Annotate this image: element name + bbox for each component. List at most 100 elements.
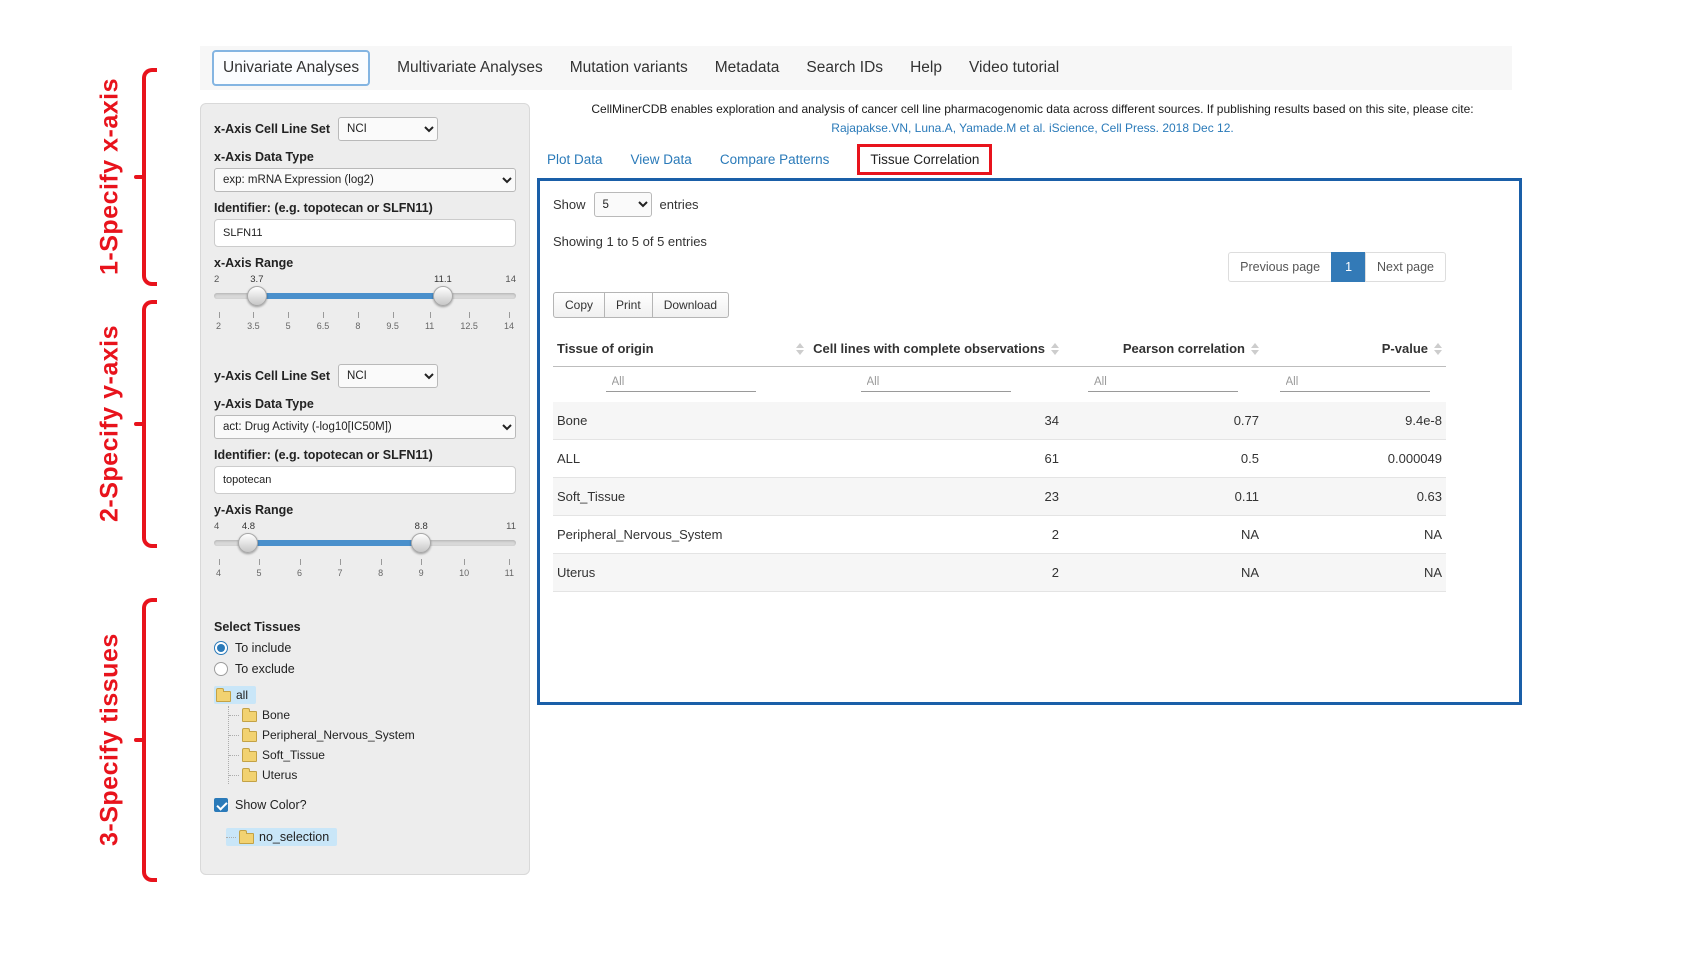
entries-word-label: entries (660, 197, 699, 212)
table-cell: Uterus (553, 554, 808, 592)
sort-icon (1434, 343, 1442, 355)
tick-label: 7 (338, 559, 343, 578)
result-subtabs: Plot Data View Data Compare Patterns Tis… (547, 144, 992, 175)
tree-item-label: all (236, 688, 248, 702)
y-data-type-label: y-Axis Data Type (214, 397, 516, 411)
print-button[interactable]: Print (604, 292, 653, 318)
table-row[interactable]: Uterus 2 NA NA (553, 554, 1446, 592)
subtab-tissue-correlation[interactable]: Tissue Correlation (857, 144, 992, 175)
tree-item-label: Soft_Tissue (262, 748, 325, 762)
checkbox-checked-icon (214, 798, 228, 812)
table-row[interactable]: Peripheral_Nervous_System 2 NA NA (553, 516, 1446, 554)
entries-count-select[interactable]: 5 (594, 192, 652, 217)
tab-help[interactable]: Help (910, 59, 942, 77)
filter-input-cell-lines[interactable] (861, 373, 1011, 392)
tab-mutation-variants[interactable]: Mutation variants (570, 59, 688, 77)
table-row[interactable]: Bone 34 0.77 9.4e-8 (553, 402, 1446, 440)
tree-item-all[interactable]: all (214, 686, 256, 704)
tree-item-bone[interactable]: Bone (229, 706, 292, 724)
column-header-tissue-of-origin[interactable]: Tissue of origin (553, 331, 808, 367)
y-slider-active-bar (248, 540, 421, 546)
table-row[interactable]: Soft_Tissue 23 0.11 0.63 (553, 478, 1446, 516)
filter-input-p-value[interactable] (1280, 373, 1430, 392)
next-page-button[interactable]: Next page (1365, 252, 1446, 282)
current-page-button[interactable]: 1 (1331, 252, 1366, 282)
subtab-compare-patterns[interactable]: Compare Patterns (720, 152, 830, 167)
folder-icon (242, 711, 257, 722)
download-button[interactable]: Download (652, 292, 729, 318)
folder-icon (216, 691, 231, 702)
table-cell: 0.5 (1063, 440, 1263, 478)
tree-item-label: no_selection (259, 830, 329, 844)
table-cell: 23 (808, 478, 1063, 516)
include-radio[interactable]: To include (214, 641, 516, 655)
tick-label: 11 (505, 559, 514, 578)
tab-video-tutorial[interactable]: Video tutorial (969, 59, 1059, 77)
citation-link[interactable]: Rajapakse.VN, Luna.A, Yamade.M et al. iS… (545, 119, 1520, 137)
table-cell: Bone (553, 402, 808, 440)
table-row[interactable]: ALL 61 0.5 0.000049 (553, 440, 1446, 478)
x-data-type-label: x-Axis Data Type (214, 150, 516, 164)
tissue-tree: all Bone Peripheral_Nervous_System Soft_… (214, 686, 516, 784)
previous-page-button[interactable]: Previous page (1228, 252, 1332, 282)
x-range-to-label: 11.1 (434, 274, 452, 285)
table-cell: 61 (808, 440, 1063, 478)
subtab-plot-data[interactable]: Plot Data (547, 152, 603, 167)
column-header-p-value[interactable]: P-value (1263, 331, 1446, 367)
tab-multivariate-analyses[interactable]: Multivariate Analyses (397, 59, 543, 77)
citation: CellMinerCDB enables exploration and ana… (545, 100, 1520, 137)
column-header-cell-lines[interactable]: Cell lines with complete observations (808, 331, 1063, 367)
controls-sidebar: x-Axis Cell Line Set NCI x-Axis Data Typ… (200, 103, 530, 875)
x-identifier-label: Identifier: (e.g. topotecan or SLFN11) (214, 201, 516, 215)
tick-label: 6 (297, 559, 302, 578)
tick-label: 12.5 (460, 312, 478, 331)
x-slider-ticks: 2 3.5 5 6.5 8 9.5 11 12.5 14 (216, 312, 514, 331)
y-cell-line-set-label: y-Axis Cell Line Set (214, 369, 330, 383)
tree-item-label: Peripheral_Nervous_System (262, 728, 415, 742)
table-cell: 2 (808, 554, 1063, 592)
exclude-radio-label: To exclude (235, 662, 295, 676)
y-cell-line-set-select[interactable]: NCI (338, 364, 438, 388)
main-nav: Univariate Analyses Multivariate Analyse… (200, 46, 1512, 90)
y-data-type-select[interactable]: act: Drug Activity (-log10[IC50M]) (214, 415, 516, 439)
column-header-pearson-correlation[interactable]: Pearson correlation (1063, 331, 1263, 367)
tree-item-peripheral-nervous-system[interactable]: Peripheral_Nervous_System (229, 726, 417, 744)
show-color-checkbox[interactable]: Show Color? (214, 798, 516, 812)
tick-label: 6.5 (317, 312, 330, 331)
y-range-handle-low[interactable] (238, 533, 258, 553)
tab-metadata[interactable]: Metadata (715, 59, 780, 77)
tick-label: 11 (425, 312, 434, 331)
x-data-type-select[interactable]: exp: mRNA Expression (log2) (214, 168, 516, 192)
exclude-radio[interactable]: To exclude (214, 662, 516, 676)
copy-button[interactable]: Copy (553, 292, 605, 318)
filter-input-pearson-correlation[interactable] (1088, 373, 1238, 392)
table-cell: NA (1063, 554, 1263, 592)
column-header-label: Pearson correlation (1123, 341, 1245, 356)
x-range-handle-low[interactable] (247, 286, 267, 306)
column-header-label: Tissue of origin (557, 341, 654, 356)
tree-item-soft-tissue[interactable]: Soft_Tissue (229, 746, 327, 764)
tree-item-uterus[interactable]: Uterus (229, 766, 299, 784)
include-radio-label: To include (235, 641, 291, 655)
x-identifier-input[interactable] (214, 219, 516, 247)
export-buttons: Copy Print Download (553, 292, 1446, 318)
y-range-handle-high[interactable] (411, 533, 431, 553)
table-cell: 0.000049 (1263, 440, 1446, 478)
x-slider-active-bar (257, 293, 443, 299)
table-cell: ALL (553, 440, 808, 478)
tree-item-no-selection[interactable]: no_selection (226, 828, 337, 846)
tick-label: 5 (286, 312, 291, 331)
subtab-view-data[interactable]: View Data (631, 152, 692, 167)
x-range-handle-high[interactable] (433, 286, 453, 306)
step3-annotation-label: 3-Specify tissues (92, 598, 128, 882)
table-cell: NA (1263, 554, 1446, 592)
tab-univariate-analyses[interactable]: Univariate Analyses (212, 50, 370, 86)
sort-icon (796, 343, 804, 355)
filter-input-tissue-of-origin[interactable] (606, 373, 756, 392)
x-cell-line-set-select[interactable]: NCI (338, 117, 438, 141)
tab-search-ids[interactable]: Search IDs (806, 59, 883, 77)
y-identifier-input[interactable] (214, 466, 516, 494)
table-cell: 0.77 (1063, 402, 1263, 440)
folder-icon (239, 833, 254, 844)
y-range-min-label: 4 (214, 521, 219, 532)
